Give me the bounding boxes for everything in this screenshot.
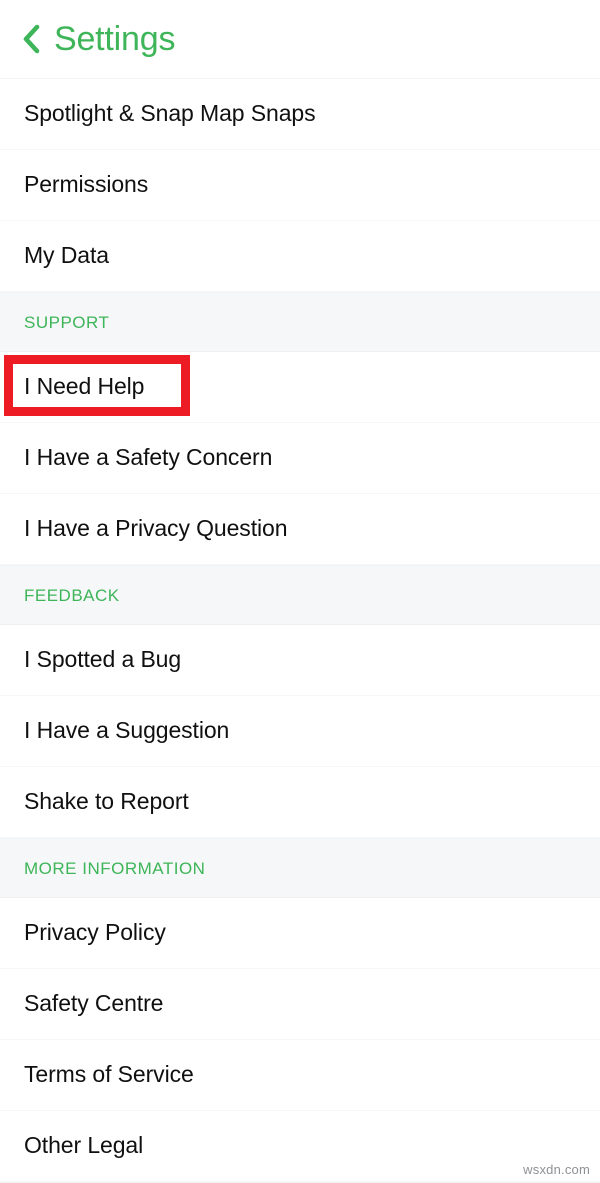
- row-label: I Spotted a Bug: [24, 646, 182, 673]
- row-i-spotted-a-bug[interactable]: I Spotted a Bug: [0, 625, 600, 696]
- row-permissions[interactable]: Permissions: [0, 150, 600, 221]
- row-my-data[interactable]: My Data: [0, 221, 600, 292]
- section-feedback: FEEDBACK: [0, 565, 600, 625]
- row-label: My Data: [24, 242, 109, 269]
- row-i-have-a-safety-concern[interactable]: I Have a Safety Concern: [0, 423, 600, 494]
- row-label: I Have a Privacy Question: [24, 515, 288, 542]
- row-label: I Need Help: [24, 373, 145, 400]
- row-label: I Have a Suggestion: [24, 717, 230, 744]
- row-other-legal[interactable]: Other Legal: [0, 1111, 600, 1182]
- section-header-label: MORE INFORMATION: [24, 858, 206, 878]
- chevron-left-icon[interactable]: [16, 20, 46, 58]
- row-terms-of-service[interactable]: Terms of Service: [0, 1040, 600, 1111]
- row-label: Terms of Service: [24, 1061, 194, 1088]
- row-label: Other Legal: [24, 1132, 144, 1159]
- row-label: Permissions: [24, 171, 149, 198]
- row-label: I Have a Safety Concern: [24, 444, 273, 471]
- row-label: Safety Centre: [24, 990, 164, 1017]
- watermark: wsxdn.com: [523, 1162, 590, 1177]
- row-privacy-policy[interactable]: Privacy Policy: [0, 898, 600, 969]
- nav-header: Settings: [0, 0, 600, 79]
- section-more-information: MORE INFORMATION: [0, 838, 600, 898]
- row-label: Privacy Policy: [24, 919, 166, 946]
- row-i-need-help[interactable]: I Need Help: [0, 352, 600, 423]
- page-title: Settings: [54, 20, 176, 58]
- row-i-have-a-privacy-question[interactable]: I Have a Privacy Question: [0, 494, 600, 565]
- row-label: Shake to Report: [24, 788, 189, 815]
- row-i-have-a-suggestion[interactable]: I Have a Suggestion: [0, 696, 600, 767]
- section-support: SUPPORT: [0, 292, 600, 352]
- row-spotlight-snap-map-snaps[interactable]: Spotlight & Snap Map Snaps: [0, 79, 600, 150]
- row-shake-to-report[interactable]: Shake to Report: [0, 767, 600, 838]
- row-safety-centre[interactable]: Safety Centre: [0, 969, 600, 1040]
- section-header-label: FEEDBACK: [24, 585, 120, 605]
- settings-list: Spotlight & Snap Map Snaps Permissions My …: [0, 79, 600, 1182]
- settings-screen: Settings Spotlight & Snap Map Snaps Permi…: [0, 0, 600, 1183]
- row-label: Spotlight & Snap Map Snaps: [24, 100, 316, 127]
- section-header-label: SUPPORT: [24, 312, 110, 332]
